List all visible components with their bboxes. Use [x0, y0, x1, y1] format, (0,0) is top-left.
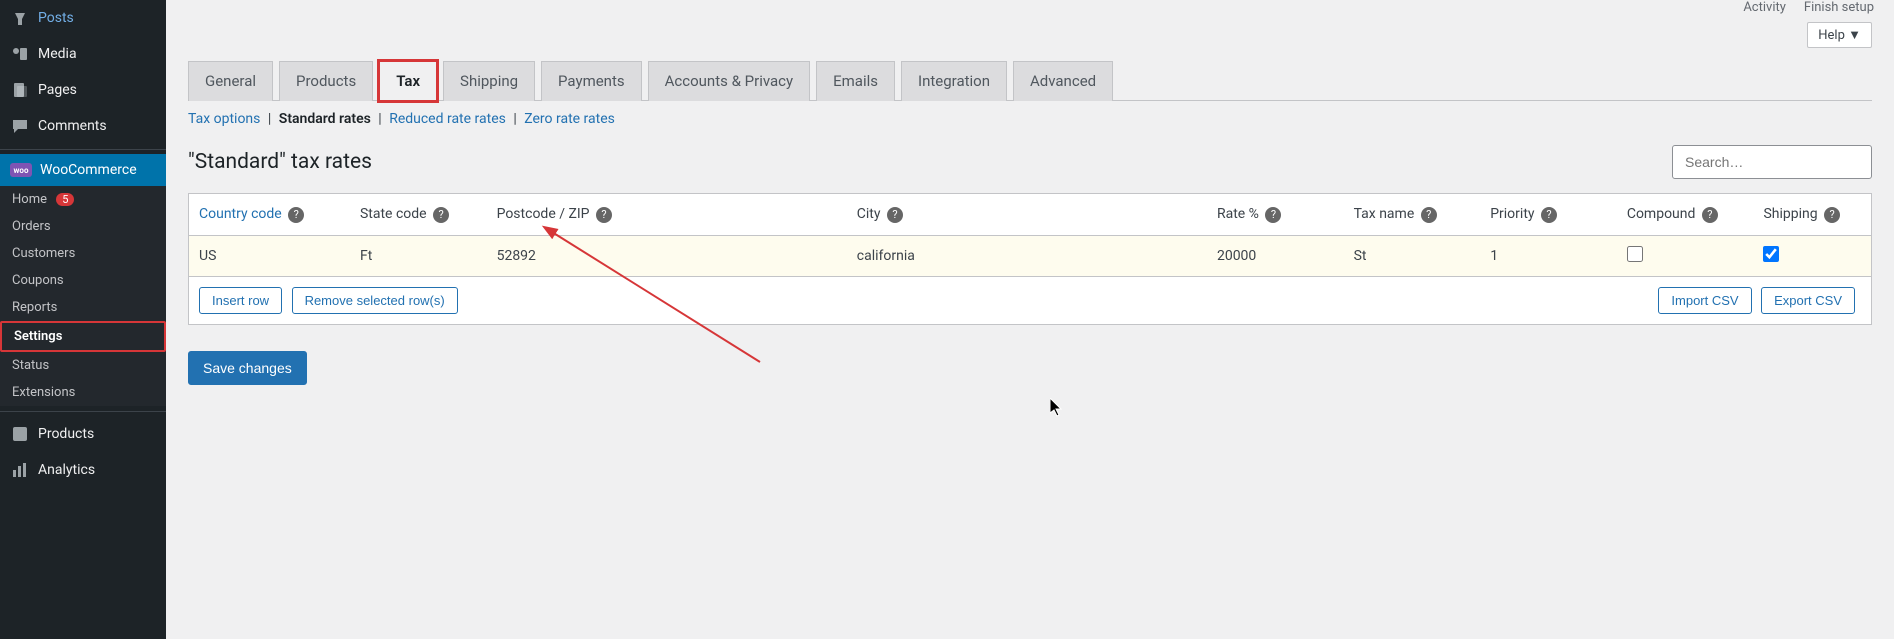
sidebar-sub-coupons[interactable]: Coupons [0, 267, 166, 294]
tab-integration[interactable]: Integration [901, 61, 1007, 101]
sidebar-sub-customers[interactable]: Customers [0, 240, 166, 267]
help-button[interactable]: Help ▼ [1807, 22, 1872, 48]
media-icon [10, 44, 30, 64]
tab-general[interactable]: General [188, 61, 273, 101]
sidebar-item-products[interactable]: Products [0, 416, 166, 452]
tab-emails[interactable]: Emails [816, 61, 895, 101]
cell-city[interactable]: california [847, 235, 1207, 276]
import-csv-button[interactable]: Import CSV [1658, 287, 1751, 314]
help-icon[interactable]: ? [1824, 207, 1840, 223]
help-icon[interactable]: ? [887, 207, 903, 223]
settings-tabs: General Products Tax Shipping Payments A… [188, 60, 1872, 101]
sidebar-item-analytics[interactable]: Analytics [0, 452, 166, 488]
sidebar-item-label: WooCommerce [40, 162, 137, 178]
sidebar-item-woocommerce[interactable]: woo WooCommerce [0, 154, 166, 186]
table-row[interactable]: US Ft 52892 california 20000 St 1 [189, 235, 1872, 276]
col-city: City [857, 206, 881, 222]
sidebar-sub-extensions[interactable]: Extensions [0, 379, 166, 406]
sidebar-item-label: Posts [38, 10, 74, 26]
top-right-links: Activity Finish setup [1743, 0, 1874, 15]
sidebar-item-pages[interactable]: Pages [0, 72, 166, 108]
badge-count: 5 [56, 193, 74, 206]
col-taxname: Tax name [1354, 206, 1415, 222]
cell-compound [1617, 235, 1754, 276]
page-title: "Standard" tax rates [188, 150, 372, 174]
subtab-standard-rates[interactable]: Standard rates [279, 111, 371, 127]
help-icon[interactable]: ? [1541, 207, 1557, 223]
save-changes-button[interactable]: Save changes [188, 351, 307, 385]
cell-postcode[interactable]: 52892 [487, 235, 847, 276]
finish-setup-link[interactable]: Finish setup [1804, 0, 1874, 15]
woocommerce-icon: woo [10, 163, 32, 177]
sidebar-sub-reports[interactable]: Reports [0, 294, 166, 321]
insert-row-button[interactable]: Insert row [199, 287, 282, 314]
sidebar-item-label: Products [38, 426, 94, 442]
tab-tax[interactable]: Tax [379, 61, 437, 101]
tab-shipping[interactable]: Shipping [443, 61, 535, 101]
main-content: Activity Finish setup Help ▼ General Pro… [166, 0, 1894, 405]
help-icon[interactable]: ? [1421, 207, 1437, 223]
sidebar-sub-status[interactable]: Status [0, 352, 166, 379]
sidebar-item-label: Analytics [38, 462, 95, 478]
sidebar-item-label: Pages [38, 82, 77, 98]
remove-rows-button[interactable]: Remove selected row(s) [292, 287, 458, 314]
pin-icon [10, 8, 30, 28]
sidebar-item-media[interactable]: Media [0, 36, 166, 72]
tab-accounts[interactable]: Accounts & Privacy [648, 61, 810, 101]
cell-rate[interactable]: 20000 [1207, 235, 1344, 276]
sidebar-item-posts[interactable]: Posts [0, 0, 166, 36]
comments-icon [10, 116, 30, 136]
products-icon [10, 424, 30, 444]
col-state: State code [360, 206, 427, 222]
tax-subtabs: Tax options | Standard rates | Reduced r… [188, 111, 1872, 127]
sidebar-item-label: Comments [38, 118, 107, 134]
sidebar-item-comments[interactable]: Comments [0, 108, 166, 144]
col-compound: Compound [1627, 206, 1696, 222]
cell-state[interactable]: Ft [350, 235, 487, 276]
cell-country[interactable]: US [189, 235, 350, 276]
col-country-sort[interactable]: Country code [199, 206, 282, 222]
export-csv-button[interactable]: Export CSV [1761, 287, 1855, 314]
admin-sidebar: Posts Media Pages Comments woo WooCommer… [0, 0, 166, 639]
tax-rates-table: Country code ? State code ? Postcode / Z… [188, 193, 1872, 325]
compound-checkbox[interactable] [1627, 246, 1643, 262]
cell-shipping [1753, 235, 1871, 276]
tab-payments[interactable]: Payments [541, 61, 642, 101]
col-shipping: Shipping [1763, 206, 1817, 222]
help-icon[interactable]: ? [1702, 207, 1718, 223]
tab-products[interactable]: Products [279, 61, 373, 101]
subtab-reduced-rates[interactable]: Reduced rate rates [389, 111, 506, 127]
sidebar-sub-orders[interactable]: Orders [0, 213, 166, 240]
pages-icon [10, 80, 30, 100]
help-icon[interactable]: ? [288, 207, 304, 223]
shipping-checkbox[interactable] [1763, 246, 1779, 262]
subtab-tax-options[interactable]: Tax options [188, 111, 260, 127]
col-priority: Priority [1490, 206, 1534, 222]
help-icon[interactable]: ? [596, 207, 612, 223]
activity-link[interactable]: Activity [1743, 0, 1786, 15]
col-postcode: Postcode / ZIP [497, 206, 590, 222]
sidebar-sub-settings[interactable]: Settings [0, 321, 166, 352]
subtab-zero-rates[interactable]: Zero rate rates [524, 111, 615, 127]
cell-taxname[interactable]: St [1344, 235, 1481, 276]
help-icon[interactable]: ? [1265, 207, 1281, 223]
col-rate: Rate % [1217, 206, 1259, 222]
analytics-icon [10, 460, 30, 480]
cell-priority[interactable]: 1 [1480, 235, 1617, 276]
help-icon[interactable]: ? [433, 207, 449, 223]
sidebar-sub-home[interactable]: Home 5 [0, 186, 166, 213]
sidebar-item-label: Media [38, 46, 77, 62]
tab-advanced[interactable]: Advanced [1013, 61, 1113, 101]
search-input[interactable] [1672, 145, 1872, 179]
